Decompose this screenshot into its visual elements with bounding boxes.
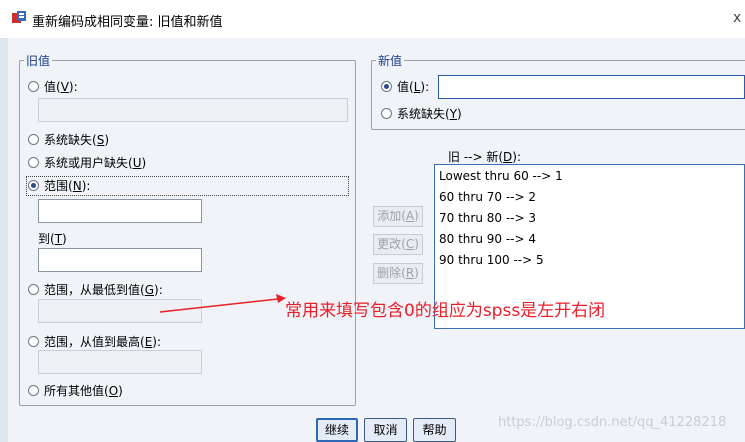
cancel-button[interactable]: 取消 [364,418,407,442]
help-button[interactable]: 帮助 [413,418,456,442]
continue-button[interactable]: 继续 [316,418,358,442]
watermark: https://blog.csdn.net/qq_41228218 [498,415,727,430]
annotation-arrow [159,294,286,313]
annotation-text: 常用来填写包含0的组应为spss是左开右闭 [285,301,606,321]
